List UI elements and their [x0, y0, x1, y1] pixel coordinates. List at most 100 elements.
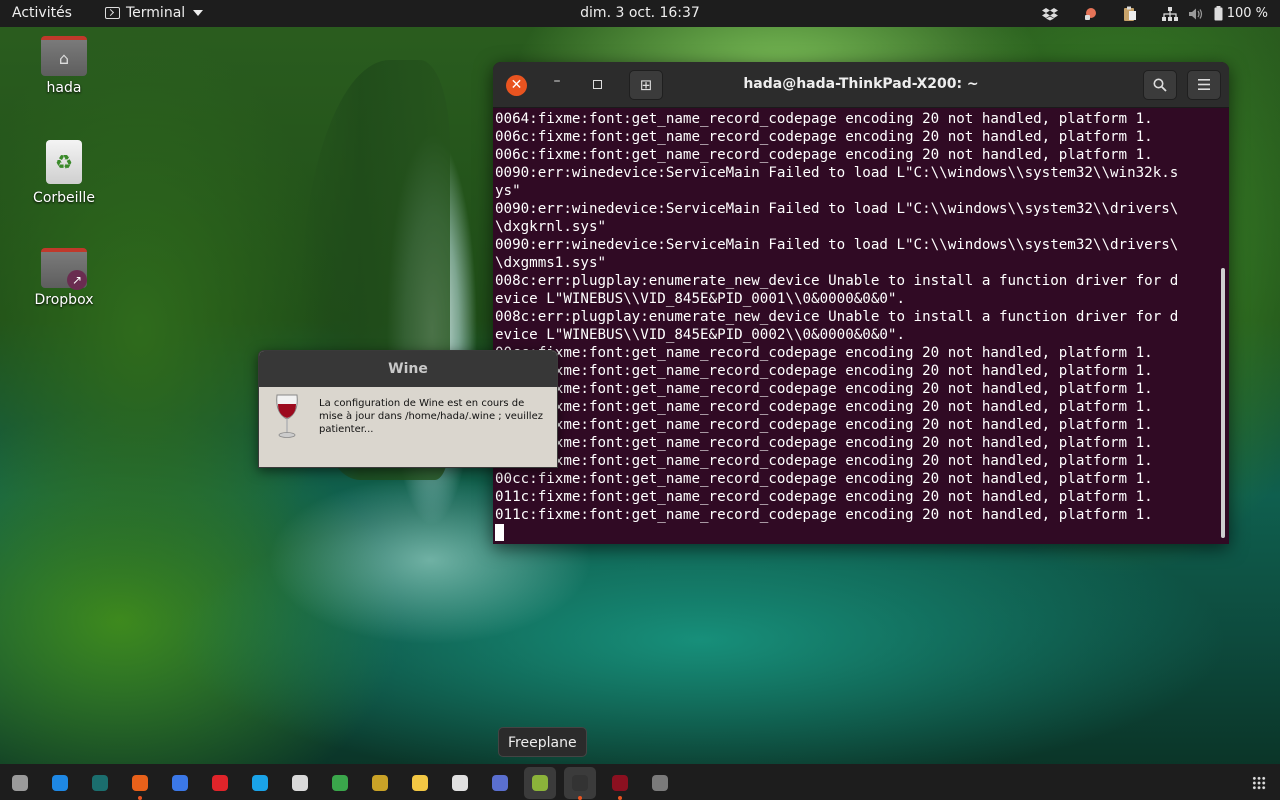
hamburger-menu-button[interactable] [1187, 70, 1221, 100]
dock-item[interactable] [4, 767, 36, 799]
clipboard-icon[interactable] [1110, 4, 1150, 23]
folder-link-icon: ↗ [41, 248, 87, 290]
battery-icon [1214, 6, 1223, 21]
dock [0, 764, 1280, 800]
wine-dialog[interactable]: Wine La configuration de Wine est en cou… [258, 350, 558, 468]
desktop-icon-dropbox[interactable]: ↗ Dropbox [14, 248, 114, 308]
search-button[interactable] [1143, 70, 1177, 100]
chromium-icon [172, 775, 188, 791]
keepassxc-icon [92, 775, 108, 791]
terminal-line: 00cc:fixme:font:get_name_record_codepage… [495, 453, 1153, 469]
system-tray: 100 % [1030, 4, 1268, 23]
terminal-icon [572, 775, 588, 791]
dock-item[interactable] [124, 767, 156, 800]
desktop-icon-home[interactable]: ⌂ hada [14, 36, 114, 96]
terminal-line: ys" [495, 183, 521, 199]
hamburger-icon [1198, 79, 1210, 90]
dock-item[interactable] [404, 767, 436, 799]
dock-tooltip: Freeplane [498, 727, 587, 757]
clock[interactable]: dim. 3 oct. 16:37 [580, 5, 700, 21]
dock-item[interactable] [324, 767, 356, 799]
terminal-line: 0090:err:winedevice:ServiceMain Failed t… [495, 237, 1179, 253]
scrollbar[interactable] [1221, 268, 1225, 538]
dialog-message: La configuration de Wine est en cours de… [319, 398, 543, 435]
dock-item[interactable] [44, 767, 76, 799]
window-title: hada@hada-ThinkPad-X200: ~ [743, 76, 979, 92]
terminal-window[interactable]: ✕ – ⊞ hada@hada-ThinkPad-X200: ~ 0064:fi… [493, 62, 1229, 544]
home-folder-icon: ⌂ [41, 36, 87, 76]
terminal-line: evice L"WINEBUS\\VID_845E&PID_0001\\0&00… [495, 291, 905, 307]
terminal-line: 00cc:fixme:font:get_name_record_codepage… [495, 471, 1153, 487]
app-menu[interactable]: Terminal [105, 5, 204, 21]
terminal-line: 008c:err:plugplay:enumerate_new_device U… [495, 273, 1179, 289]
terminal-line: \dxgkrnl.sys" [495, 219, 607, 235]
terminal-line: 00cc:fixme:font:get_name_record_codepage… [495, 435, 1153, 451]
text-cursor [495, 524, 504, 541]
dock-item[interactable] [484, 767, 516, 799]
running-indicator [578, 796, 582, 800]
skype-icon [252, 775, 268, 791]
running-indicator [138, 796, 142, 800]
dock-item[interactable] [204, 767, 236, 799]
terminal-line: 00cc:fixme:font:get_name_record_codepage… [495, 417, 1153, 433]
terminal-line: 00cc:fixme:font:get_name_record_codepage… [495, 381, 1153, 397]
firefox-icon [132, 775, 148, 791]
dock-item[interactable] [644, 767, 676, 799]
freeplane-icon [532, 775, 548, 791]
desktop-icon-label: Dropbox [34, 292, 94, 308]
status-menu[interactable]: 100 % [1150, 6, 1268, 21]
vscode-icon [52, 775, 68, 791]
disks-icon [652, 775, 668, 791]
activities-button[interactable]: Activités [12, 5, 72, 21]
terminal-line: 00cc:fixme:font:get_name_record_codepage… [495, 345, 1153, 361]
yed-icon [332, 775, 348, 791]
terminal-line: 006c:fixme:font:get_name_record_codepage… [495, 147, 1153, 163]
trash-icon: ♻ [46, 140, 82, 184]
network-icon [1161, 6, 1178, 21]
keep-icon[interactable] [1070, 4, 1110, 23]
terminal-line: 006c:fixme:font:get_name_record_codepage… [495, 129, 1153, 145]
slack-icon [292, 775, 308, 791]
dock-item[interactable] [164, 767, 196, 799]
battery-percentage: 100 % [1226, 6, 1268, 21]
dock-item[interactable] [524, 767, 556, 799]
terminal-line: 0090:err:winedevice:ServiceMain Failed t… [495, 201, 1179, 217]
spotify-like-icon [372, 775, 388, 791]
chevron-down-icon [193, 10, 204, 16]
terminal-line: 008c:err:plugplay:enumerate_new_device U… [495, 309, 1179, 325]
wine-glass-icon [276, 394, 298, 438]
terminal-line: 011c:fixme:font:get_name_record_codepage… [495, 489, 1153, 505]
opera-icon [212, 775, 228, 791]
dock-item[interactable] [364, 767, 396, 799]
volume-icon [1188, 8, 1202, 19]
terminal-line: evice L"WINEBUS\\VID_845E&PID_0002\\0&00… [495, 327, 905, 343]
dock-item[interactable] [244, 767, 276, 799]
dock-item[interactable] [444, 767, 476, 799]
terminal-line: 00cc:fixme:font:get_name_record_codepage… [495, 399, 1153, 415]
terminal-output[interactable]: 0064:fixme:font:get_name_record_codepage… [495, 110, 1217, 542]
files-icon [12, 775, 28, 791]
terminal-line: 0064:fixme:font:get_name_record_codepage… [495, 111, 1153, 127]
terminal-line: 00cc:fixme:font:get_name_record_codepage… [495, 363, 1153, 379]
desktop-icon-label: hada [46, 80, 82, 96]
terminal-small-icon [105, 7, 120, 19]
terminal-headerbar[interactable]: ✕ – ⊞ hada@hada-ThinkPad-X200: ~ [493, 62, 1229, 108]
dock-item[interactable] [604, 767, 636, 800]
screenshot-icon [492, 775, 508, 791]
dialog-title: Wine [259, 351, 557, 387]
text-editor-icon [412, 775, 428, 791]
terminal-line: \dxgmms1.sys" [495, 255, 607, 271]
app-menu-label: Terminal [126, 5, 186, 21]
dock-item[interactable] [284, 767, 316, 799]
dropbox-icon[interactable] [1030, 4, 1070, 23]
wine-icon [612, 775, 628, 791]
terminal-line: 0090:err:winedevice:ServiceMain Failed t… [495, 165, 1179, 181]
desktop-icon-label: Corbeille [33, 190, 95, 206]
terminal-prompt-line[interactable] [495, 524, 1217, 542]
search-icon [1153, 78, 1167, 92]
desktop-icon-trash[interactable]: ♻ Corbeille [14, 140, 114, 206]
dock-item[interactable] [564, 767, 596, 800]
dock-item[interactable] [84, 767, 116, 799]
terminal-line: 011c:fixme:font:get_name_record_codepage… [495, 507, 1153, 523]
show-applications-icon[interactable] [1252, 776, 1266, 790]
